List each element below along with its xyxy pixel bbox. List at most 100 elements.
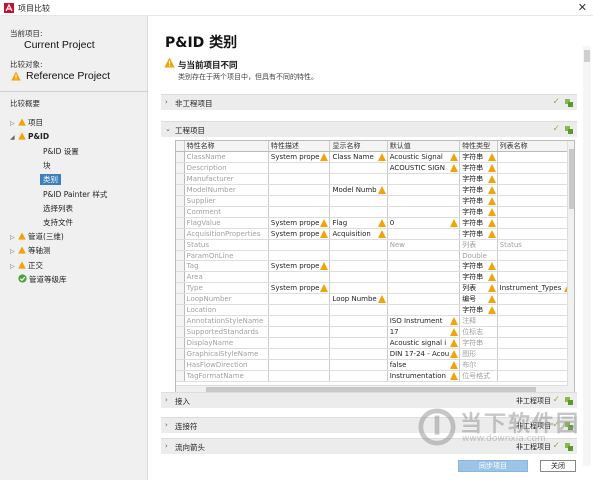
table-cell[interactable]: DisplayName: [184, 337, 269, 350]
table-cell[interactable]: [329, 162, 388, 174]
sync-project-button[interactable]: 同步项目: [458, 460, 528, 472]
table-cell[interactable]: [497, 348, 574, 361]
table-cell[interactable]: Class Name: [329, 151, 388, 163]
table-cell[interactable]: Instrumentation: [387, 370, 461, 383]
close-button[interactable]: 关闭: [540, 460, 576, 472]
table-row[interactable]: Area 字符串: [176, 271, 574, 284]
table-cell[interactable]: 字符串: [459, 260, 498, 273]
row-grip[interactable]: [176, 315, 185, 328]
table-cell[interactable]: [329, 370, 388, 383]
row-grip[interactable]: [176, 228, 185, 240]
table-cell[interactable]: Loop Numbe: [329, 293, 388, 306]
column-header[interactable]: 特性名称: [184, 141, 269, 152]
row-grip[interactable]: [176, 326, 185, 339]
table-cell[interactable]: [268, 326, 331, 339]
section-engineering[interactable]: ⌄ 工程项目 ✓: [161, 121, 577, 137]
table-cell[interactable]: [497, 359, 574, 372]
table-cell[interactable]: [497, 162, 574, 174]
tree-item-isometric[interactable]: ▷ 等轴测: [10, 245, 51, 256]
table-cell[interactable]: [268, 162, 331, 174]
table-cell[interactable]: Comment: [184, 206, 269, 218]
table-cell[interactable]: [268, 250, 331, 262]
table-cell[interactable]: [387, 195, 461, 207]
table-cell[interactable]: [329, 250, 388, 262]
table-cell[interactable]: [387, 260, 461, 273]
table-row[interactable]: SupportedStandards 17 位标志: [176, 326, 574, 339]
table-cell[interactable]: Double: [459, 250, 498, 262]
table-cell[interactable]: System prope: [268, 151, 331, 163]
tree-item-pid[interactable]: ◢ P&ID: [10, 131, 49, 142]
column-header[interactable]: 显示名称: [329, 141, 388, 152]
table-cell[interactable]: [387, 228, 461, 240]
copy-icon[interactable]: [565, 422, 573, 430]
table-cell[interactable]: [497, 151, 574, 163]
table-cell[interactable]: [329, 271, 388, 284]
table-cell[interactable]: 编号: [459, 293, 498, 306]
table-cell[interactable]: [497, 217, 574, 229]
table-cell[interactable]: 列表: [459, 239, 498, 251]
table-cell[interactable]: 字符串: [459, 162, 498, 174]
copy-icon[interactable]: [565, 126, 573, 134]
table-cell[interactable]: [497, 293, 574, 306]
table-cell[interactable]: HasFlowDirection: [184, 359, 269, 372]
table-cell[interactable]: [268, 348, 331, 361]
table-cell[interactable]: 图形: [459, 348, 498, 361]
table-cell[interactable]: [497, 206, 574, 218]
table-cell[interactable]: [497, 173, 574, 185]
table-cell[interactable]: [497, 184, 574, 196]
table-cell[interactable]: [329, 195, 388, 207]
table-cell[interactable]: Type: [184, 282, 269, 295]
table-cell[interactable]: 字符串: [459, 217, 498, 229]
table-cell[interactable]: 字符串: [459, 271, 498, 284]
table-cell[interactable]: 布尔: [459, 359, 498, 372]
tree-item-select-lists[interactable]: 选择列表: [43, 203, 73, 214]
table-cell[interactable]: [497, 250, 574, 262]
table-cell[interactable]: [497, 228, 574, 240]
table-cell[interactable]: [497, 370, 574, 383]
table-cell[interactable]: TagFormatName: [184, 370, 269, 383]
copy-icon[interactable]: [565, 99, 573, 107]
table-cell[interactable]: Model Numb: [329, 184, 388, 196]
table-cell[interactable]: ModelNumber: [184, 184, 269, 196]
expand-caret-icon[interactable]: ›: [165, 396, 168, 404]
table-cell[interactable]: [497, 304, 574, 317]
row-grip[interactable]: [176, 304, 185, 317]
row-grip[interactable]: [176, 195, 185, 207]
column-header[interactable]: 特性类型: [459, 141, 498, 152]
main-scrollbar[interactable]: [583, 46, 591, 466]
table-row[interactable]: ParamOnLine Double: [176, 250, 574, 262]
expand-arrow-icon[interactable]: ▷: [10, 232, 18, 243]
table-cell[interactable]: 字符串: [459, 184, 498, 196]
table-cell[interactable]: [497, 326, 574, 339]
table-cell[interactable]: [329, 304, 388, 317]
table-cell[interactable]: 17: [387, 326, 461, 339]
table-row[interactable]: Comment 字符串: [176, 206, 574, 218]
table-cell[interactable]: Acoustic Signal: [387, 151, 461, 163]
expand-caret-icon[interactable]: ›: [165, 98, 168, 106]
table-cell[interactable]: [329, 206, 388, 218]
row-grip[interactable]: [176, 370, 185, 383]
table-cell[interactable]: [268, 173, 331, 185]
table-cell[interactable]: Description: [184, 162, 269, 174]
row-grip[interactable]: [176, 217, 185, 229]
table-cell[interactable]: 列表: [459, 282, 498, 295]
table-cell[interactable]: 位标志: [459, 326, 498, 339]
table-cell[interactable]: AcquisitionProperties: [184, 228, 269, 240]
collapse-caret-icon[interactable]: ⌄: [165, 125, 171, 133]
table-cell[interactable]: System prope: [268, 260, 331, 273]
table-cell[interactable]: [497, 337, 574, 350]
table-cell[interactable]: [329, 282, 388, 295]
section-joins[interactable]: › 连接符 非工程项目 ✓: [161, 417, 577, 433]
table-cell[interactable]: ClassName: [184, 151, 269, 163]
table-cell[interactable]: [387, 304, 461, 317]
table-row[interactable]: Location 字符串: [176, 304, 574, 317]
table-cell[interactable]: [329, 359, 388, 372]
close-icon[interactable]: ✕: [578, 1, 587, 14]
table-row[interactable]: TagFormatName Instrumentation 位号格式: [176, 370, 574, 383]
table-cell[interactable]: [497, 195, 574, 207]
table-cell[interactable]: [387, 184, 461, 196]
table-cell[interactable]: [268, 315, 331, 328]
table-cell[interactable]: 字符串: [459, 304, 498, 317]
table-cell[interactable]: Location: [184, 304, 269, 317]
tree-item-pid-settings[interactable]: P&ID 设置: [43, 146, 79, 157]
